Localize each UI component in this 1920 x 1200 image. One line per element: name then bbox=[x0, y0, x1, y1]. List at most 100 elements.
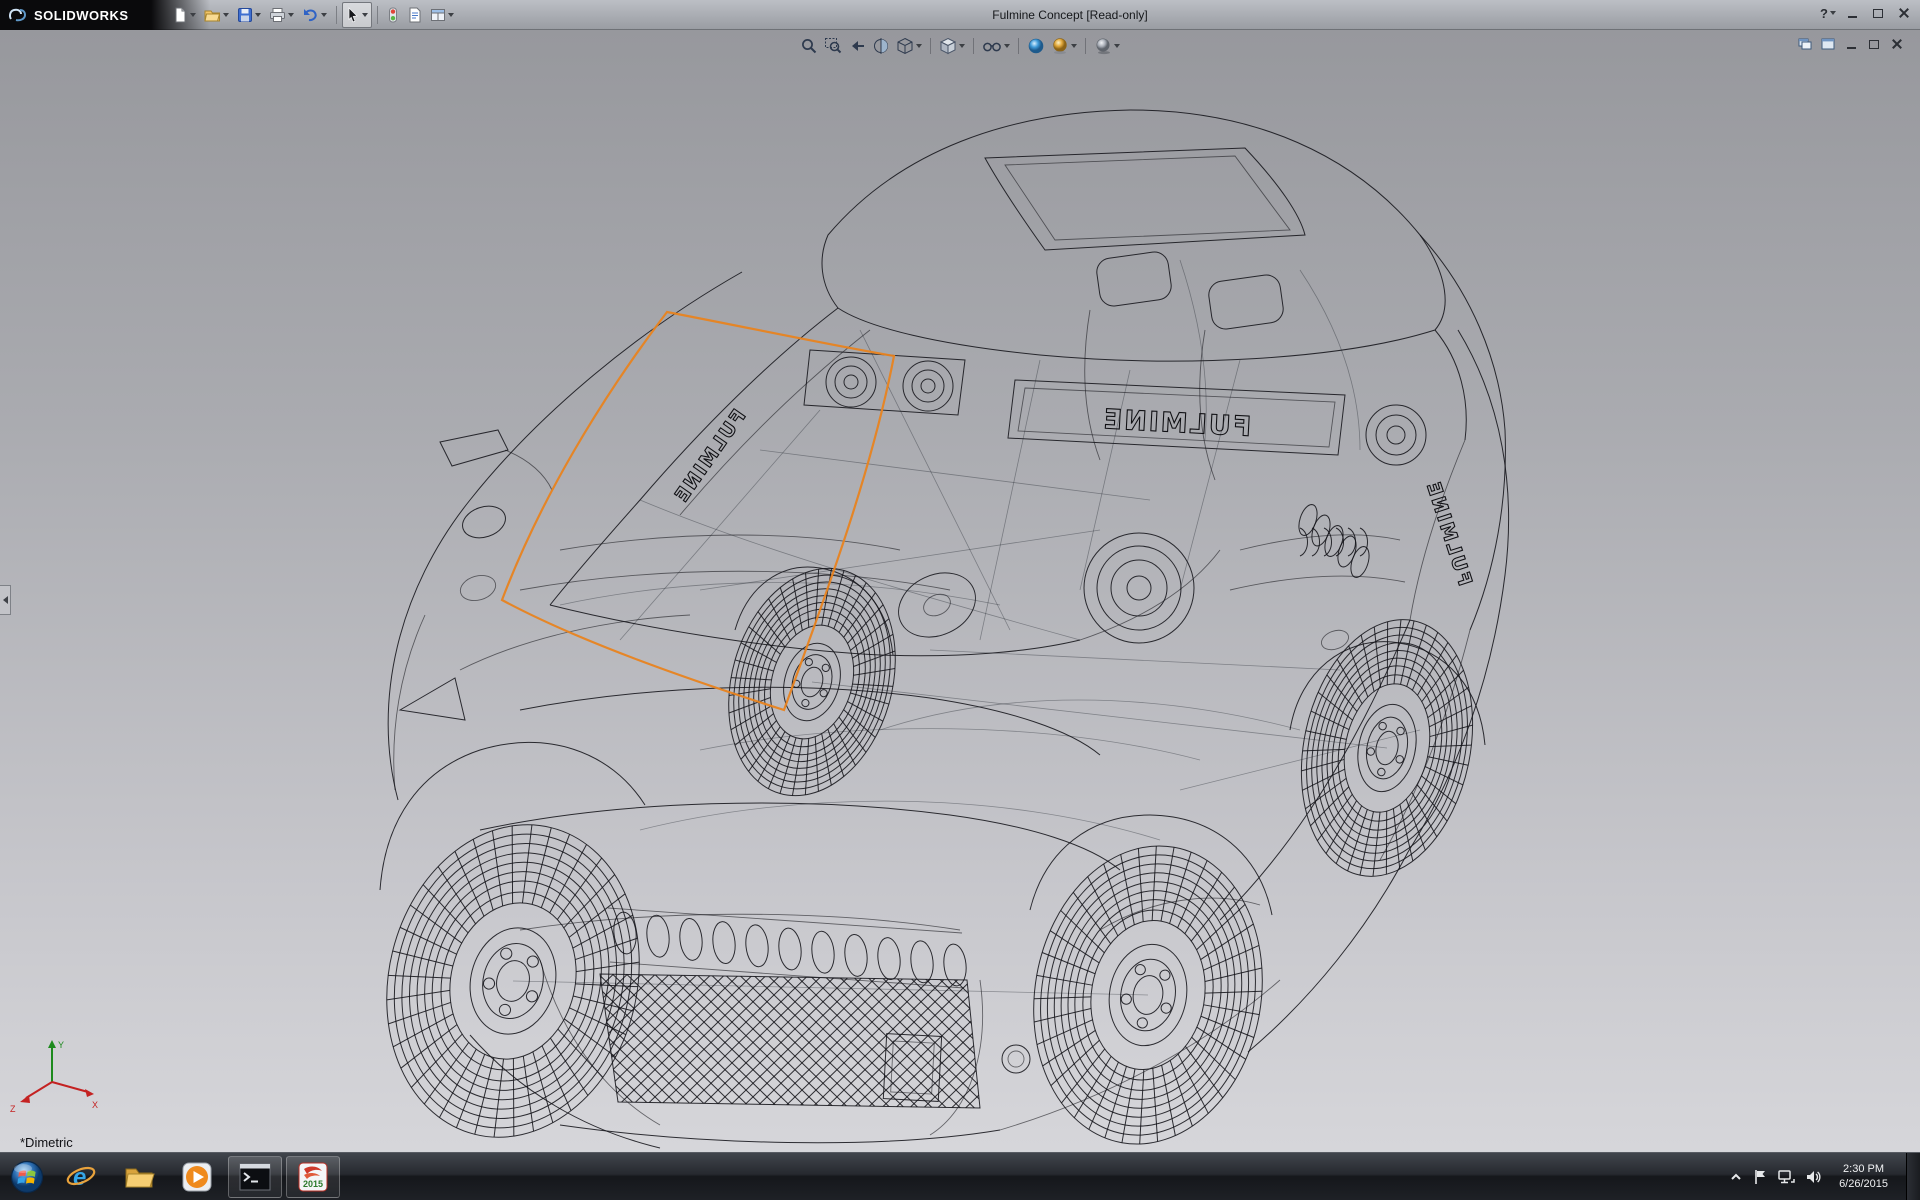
dropdown-caret bbox=[321, 13, 327, 17]
windows-taskbar: e bbox=[0, 1152, 1920, 1200]
hidden-icons-button[interactable] bbox=[1729, 1170, 1743, 1184]
doc-minimize-button[interactable] bbox=[1842, 36, 1860, 52]
view-settings-button[interactable] bbox=[1092, 35, 1122, 57]
volume-button[interactable] bbox=[1805, 1169, 1821, 1185]
display-style-cube-icon bbox=[896, 37, 914, 55]
taskbar-clock[interactable]: 2:30 PM 6/26/2015 bbox=[1831, 1162, 1896, 1191]
undo-button[interactable] bbox=[298, 2, 331, 28]
window-pane-icon bbox=[1821, 38, 1835, 50]
triad-y-label: Y bbox=[58, 1040, 64, 1050]
clock-date: 6/26/2015 bbox=[1839, 1177, 1888, 1191]
command-prompt-button[interactable] bbox=[228, 1156, 282, 1198]
dropdown-caret bbox=[1830, 11, 1836, 15]
panel-collapse-tab[interactable] bbox=[0, 585, 11, 615]
media-player-icon bbox=[180, 1160, 214, 1194]
view-settings-icon bbox=[1094, 37, 1112, 55]
minimize-button[interactable] bbox=[1842, 4, 1862, 22]
view-orientation-button[interactable] bbox=[937, 35, 967, 57]
open-document-button[interactable] bbox=[200, 2, 233, 28]
solidworks-app-icon: 2015 bbox=[296, 1160, 330, 1194]
show-desktop-button[interactable] bbox=[1906, 1153, 1920, 1200]
solidworks-window: SOLIDWORKS bbox=[0, 0, 1920, 1200]
network-status-button[interactable] bbox=[1777, 1169, 1795, 1185]
display-style-button[interactable] bbox=[894, 35, 924, 57]
new-document-icon bbox=[172, 7, 188, 23]
help-button[interactable]: ? bbox=[1820, 6, 1836, 21]
dropdown-caret bbox=[1071, 44, 1077, 48]
zoom-to-area-button[interactable] bbox=[822, 35, 844, 57]
apply-scene-button[interactable] bbox=[1049, 35, 1079, 57]
toolbar-separator bbox=[930, 38, 931, 54]
dropdown-caret bbox=[223, 13, 229, 17]
save-floppy-icon bbox=[237, 7, 253, 23]
dropdown-caret bbox=[1004, 44, 1010, 48]
collapse-arrow-icon bbox=[3, 596, 8, 604]
flag-icon bbox=[1753, 1169, 1767, 1185]
doc-restore-button[interactable] bbox=[1865, 36, 1883, 52]
print-button[interactable] bbox=[265, 2, 298, 28]
headsup-view-toolbar bbox=[798, 35, 1122, 57]
close-icon bbox=[1892, 39, 1902, 49]
titlebar-controls: ? bbox=[1820, 4, 1914, 22]
triad-z-label: Z bbox=[10, 1104, 16, 1114]
toolbar-separator bbox=[1085, 38, 1086, 54]
doc-close-button[interactable] bbox=[1888, 36, 1906, 52]
command-prompt-icon bbox=[238, 1162, 272, 1192]
pane-window-button-1[interactable] bbox=[1796, 36, 1814, 52]
window-pane-icon bbox=[1798, 38, 1812, 50]
minimize-icon bbox=[1848, 16, 1857, 18]
dropdown-caret bbox=[190, 13, 196, 17]
edit-appearance-button[interactable] bbox=[1025, 35, 1047, 57]
dropdown-caret bbox=[1114, 44, 1120, 48]
title-bar: SOLIDWORKS bbox=[0, 0, 1920, 30]
window-title: Fulmine Concept [Read-only] bbox=[340, 0, 1800, 30]
section-view-icon bbox=[872, 37, 890, 55]
save-button[interactable] bbox=[233, 2, 265, 28]
zoom-to-area-icon bbox=[824, 37, 842, 55]
restore-icon bbox=[1873, 9, 1883, 18]
graphics-area[interactable]: FULMINE FULMINE FULMINE Y X Z bbox=[0, 30, 1920, 1152]
solidworks-2015-button[interactable]: 2015 bbox=[286, 1156, 340, 1198]
network-icon bbox=[1777, 1169, 1795, 1185]
restore-button[interactable] bbox=[1868, 4, 1888, 22]
previous-view-icon bbox=[848, 37, 866, 55]
help-icon: ? bbox=[1820, 6, 1828, 21]
wheel-wireframe bbox=[1011, 828, 1286, 1152]
toolbar-separator bbox=[973, 38, 974, 54]
minimize-icon bbox=[1847, 47, 1856, 49]
solidworks-year-label: 2015 bbox=[303, 1179, 323, 1189]
dropdown-caret bbox=[255, 13, 261, 17]
previous-view-button[interactable] bbox=[846, 35, 868, 57]
dropdown-caret bbox=[916, 44, 922, 48]
file-explorer-button[interactable] bbox=[112, 1156, 166, 1198]
wireframe-model: FULMINE FULMINE FULMINE Y X Z bbox=[0, 30, 1920, 1152]
media-player-button[interactable] bbox=[170, 1156, 224, 1198]
hide-show-items-button[interactable] bbox=[980, 35, 1012, 57]
action-center-button[interactable] bbox=[1753, 1169, 1767, 1185]
folder-icon bbox=[122, 1160, 156, 1194]
selected-sketch-outline[interactable] bbox=[502, 312, 894, 710]
dropdown-caret bbox=[288, 13, 294, 17]
brand-wordmark: SOLIDWORKS bbox=[34, 8, 129, 23]
open-folder-icon bbox=[204, 7, 221, 23]
zoom-to-fit-button[interactable] bbox=[798, 35, 820, 57]
pane-window-button-2[interactable] bbox=[1819, 36, 1837, 52]
close-icon bbox=[1899, 8, 1909, 18]
3ds-logo-icon bbox=[8, 7, 28, 23]
fulmine-badge-right: FULMINE bbox=[1421, 478, 1476, 589]
scene-sphere-icon bbox=[1051, 37, 1069, 55]
appearance-sphere-icon bbox=[1027, 37, 1045, 55]
section-view-button[interactable] bbox=[870, 35, 892, 57]
speaker-icon bbox=[1805, 1169, 1821, 1185]
close-button[interactable] bbox=[1894, 4, 1914, 22]
toolbar-separator bbox=[336, 6, 337, 24]
view-orientation-label: *Dimetric bbox=[20, 1135, 73, 1150]
triad-x-label: X bbox=[92, 1100, 98, 1110]
new-document-button[interactable] bbox=[168, 2, 200, 28]
start-button[interactable] bbox=[4, 1156, 50, 1198]
view-orientation-cube-icon bbox=[939, 37, 957, 55]
windows-start-orb-icon bbox=[9, 1159, 45, 1195]
restore-icon bbox=[1869, 40, 1879, 49]
internet-explorer-icon: e bbox=[64, 1160, 98, 1194]
internet-explorer-button[interactable]: e bbox=[54, 1156, 108, 1198]
